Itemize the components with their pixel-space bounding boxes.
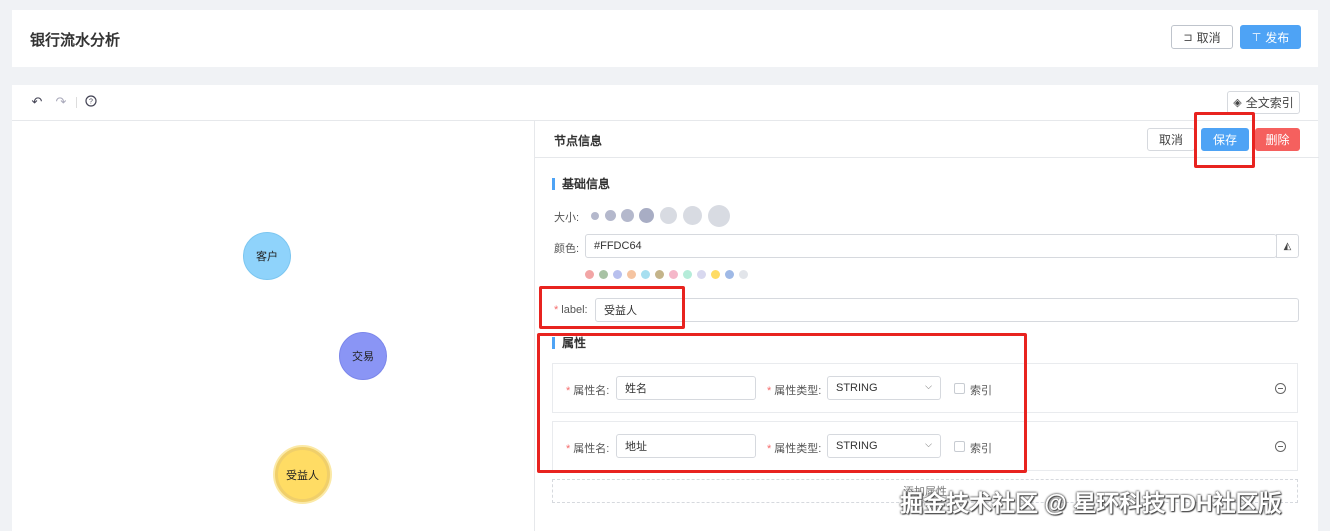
attribute-name-label: * 属性名: xyxy=(566,385,610,397)
palette-swatch[interactable] xyxy=(627,270,636,279)
size-option-3[interactable] xyxy=(621,209,634,222)
palette-swatch[interactable] xyxy=(599,270,608,279)
color-picker-button[interactable]: ◭ xyxy=(1276,234,1299,258)
fulltext-index-button[interactable]: ◈ 全文索引 xyxy=(1227,91,1300,114)
size-option-1[interactable] xyxy=(591,212,599,220)
page-header: 银行流水分析 ⊐ 取消 ⊤ 发布 xyxy=(12,10,1318,67)
panel-title: 节点信息 xyxy=(554,134,603,148)
graph-canvas[interactable]: 客户 交易 受益人 xyxy=(12,121,534,531)
label-field-label: * label: xyxy=(554,304,588,316)
palette-swatch[interactable] xyxy=(725,270,734,279)
watermark: 掘金技术社区 @ 星环科技TDH社区版 xyxy=(900,490,1282,516)
size-option-5[interactable] xyxy=(660,207,677,224)
attribute-row: * 属性名: 姓名 * 属性类型: STRING ⌵ 索引 xyxy=(552,363,1298,413)
index-checkbox[interactable] xyxy=(954,383,965,394)
graph-node-customer[interactable]: 客户 xyxy=(243,232,291,280)
palette-swatch[interactable] xyxy=(711,270,720,279)
color-label: 颜色: xyxy=(554,243,580,255)
upload-icon: ⊤ xyxy=(1251,31,1262,44)
size-option-2[interactable] xyxy=(605,210,616,221)
attribute-name-input[interactable]: 姓名 xyxy=(616,376,756,400)
undo-return-icon: ⊐ xyxy=(1183,31,1193,44)
attribute-type-label: * 属性类型: xyxy=(767,385,822,397)
workspace: ↶ ↷ ? ◈ 全文索引 客户 交易 受益人 节点信息 取消 保存 删除 基础信… xyxy=(12,85,1319,531)
palette-swatch[interactable] xyxy=(585,270,594,279)
palette-swatch[interactable] xyxy=(669,270,678,279)
svg-text:?: ? xyxy=(89,99,93,106)
size-label: 大小: xyxy=(554,212,580,224)
save-button[interactable]: 保存 xyxy=(1201,128,1249,151)
attribute-row: * 属性名: 地址 * 属性类型: STRING ⌵ 索引 xyxy=(552,421,1298,471)
palette-swatch[interactable] xyxy=(641,270,650,279)
label-input[interactable]: 受益人 xyxy=(595,298,1299,322)
header-cancel-button[interactable]: ⊐ 取消 xyxy=(1171,25,1233,49)
page-title: 银行流水分析 xyxy=(30,32,121,49)
attribute-type-label: * 属性类型: xyxy=(767,443,822,455)
size-option-6[interactable] xyxy=(683,206,702,225)
basic-info-section-title: 基础信息 xyxy=(552,178,610,190)
attribute-type-select[interactable]: STRING ⌵ xyxy=(827,434,941,458)
remove-attribute-icon[interactable] xyxy=(1275,441,1286,452)
index-checkbox[interactable] xyxy=(954,441,965,452)
graph-node-beneficiary[interactable]: 受益人 xyxy=(275,447,330,502)
undo-icon[interactable]: ↶ xyxy=(30,95,44,109)
panel-header: 节点信息 取消 保存 删除 xyxy=(535,121,1319,158)
size-option-4[interactable] xyxy=(639,208,654,223)
palette-swatch[interactable] xyxy=(655,270,664,279)
redo-icon[interactable]: ↷ xyxy=(54,95,68,109)
palette-swatch[interactable] xyxy=(739,270,748,279)
chevron-down-icon: ⌵ xyxy=(925,381,932,391)
color-input[interactable]: #FFDC64 xyxy=(585,234,1277,258)
required-marker: * xyxy=(554,304,559,316)
paint-bucket-icon: ◭ xyxy=(1283,240,1292,252)
chevron-down-icon: ⌵ xyxy=(925,439,932,449)
attribute-type-select[interactable]: STRING ⌵ xyxy=(827,376,941,400)
toolbar-divider xyxy=(76,97,77,108)
publish-button[interactable]: ⊤ 发布 xyxy=(1240,25,1301,49)
delete-button[interactable]: 删除 xyxy=(1255,128,1300,151)
attribute-name-input[interactable]: 地址 xyxy=(616,434,756,458)
remove-attribute-icon[interactable] xyxy=(1275,383,1286,394)
help-icon[interactable]: ? xyxy=(84,95,98,109)
graph-node-transaction[interactable]: 交易 xyxy=(339,332,387,380)
size-option-7[interactable] xyxy=(708,205,730,227)
attributes-section-title: 属性 xyxy=(552,337,586,349)
editor-toolbar: ↶ ↷ ? ◈ 全文索引 xyxy=(12,85,1318,121)
palette-swatch[interactable] xyxy=(613,270,622,279)
palette-swatch[interactable] xyxy=(683,270,692,279)
layers-icon: ◈ xyxy=(1233,97,1242,109)
node-info-panel: 节点信息 取消 保存 删除 基础信息 大小: 颜色: #FFDC64 ◭ * l… xyxy=(534,121,1319,531)
panel-cancel-button[interactable]: 取消 xyxy=(1147,128,1195,151)
index-label: 索引 xyxy=(970,385,992,397)
attribute-name-label: * 属性名: xyxy=(566,443,610,455)
index-label: 索引 xyxy=(970,443,992,455)
palette-swatch[interactable] xyxy=(697,270,706,279)
